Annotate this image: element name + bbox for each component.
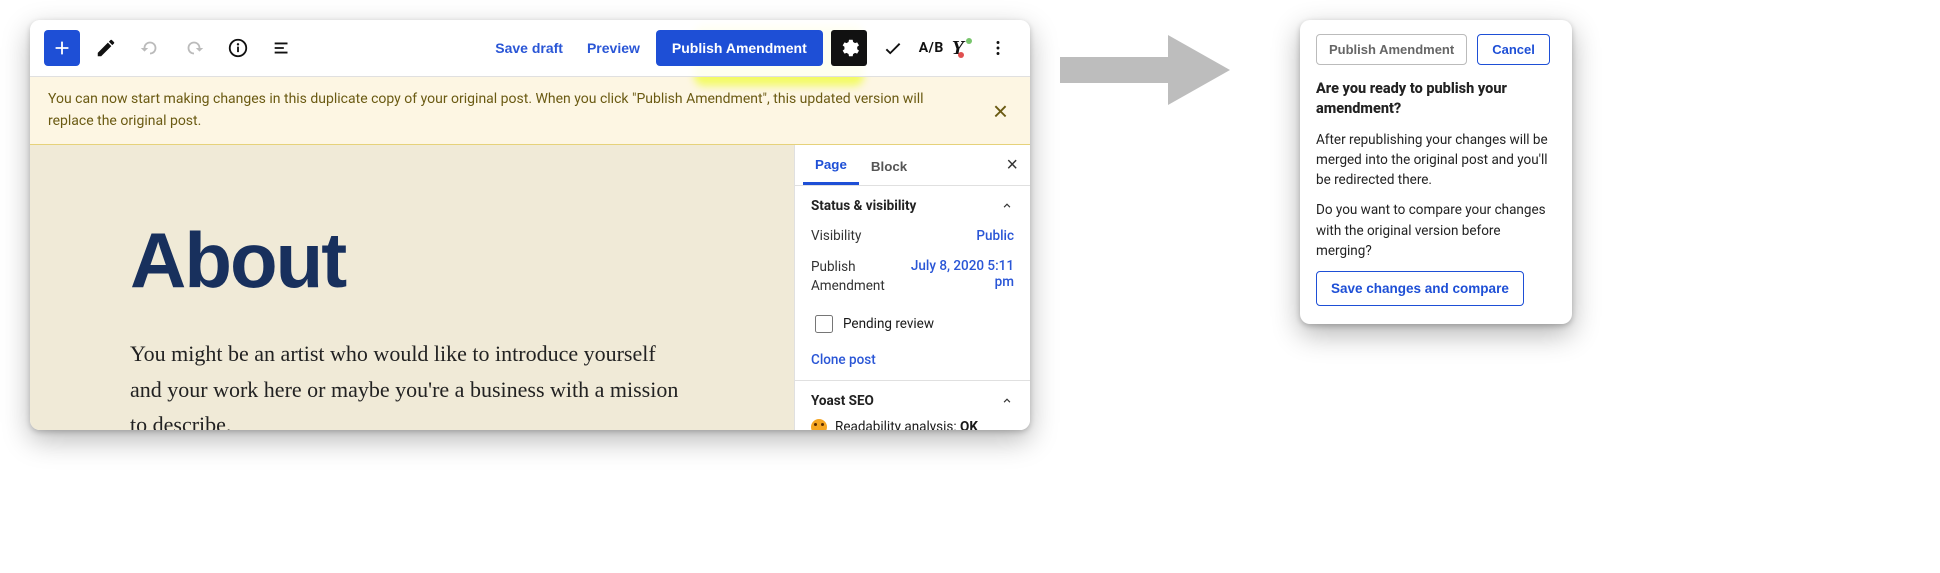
yoast-dot-green	[966, 38, 972, 44]
notice-dismiss-button[interactable]: ×	[989, 98, 1012, 124]
flow-arrow	[1060, 25, 1240, 115]
info-button[interactable]	[220, 30, 256, 66]
confirm-paragraph-1: After republishing your changes will be …	[1316, 130, 1556, 191]
confirm-heading: Are you ready to publish your amendment?	[1316, 79, 1556, 120]
content-canvas[interactable]: About You might be an artist who would l…	[30, 145, 794, 430]
editor-body: About You might be an artist who would l…	[30, 145, 1030, 430]
sidebar-tabs: Page Block ×	[795, 145, 1030, 186]
outline-icon	[271, 37, 293, 59]
visibility-value[interactable]: Public	[976, 228, 1014, 244]
visibility-row: Visibility Public	[811, 228, 1014, 244]
outline-button[interactable]	[264, 30, 300, 66]
readability-value: OK	[960, 419, 978, 430]
confirm-cancel-button[interactable]: Cancel	[1477, 34, 1550, 65]
chevron-up-icon	[1000, 394, 1014, 408]
redo-icon	[183, 37, 205, 59]
pending-review-label: Pending review	[843, 316, 934, 332]
yoast-button[interactable]: Y	[952, 37, 972, 60]
readability-row: Readability analysis: OK	[811, 419, 1014, 430]
more-menu-button[interactable]	[980, 30, 1016, 66]
tab-block[interactable]: Block	[859, 147, 919, 184]
settings-sidebar: Page Block × Status & visibility Visibil…	[794, 145, 1030, 430]
section-yoast-toggle[interactable]: Yoast SEO	[811, 393, 1014, 409]
page-title[interactable]: About	[130, 215, 730, 306]
kebab-icon	[987, 37, 1009, 59]
section-status-visibility: Status & visibility Visibility Public Pu…	[795, 186, 1030, 381]
preview-button[interactable]: Preview	[579, 34, 648, 62]
info-icon	[227, 37, 249, 59]
publish-confirm-panel: Publish Amendment Cancel Are you ready t…	[1300, 20, 1572, 324]
publish-date-value[interactable]: July 8, 2020 5:11 pm	[911, 258, 1014, 290]
page-body-text[interactable]: You might be an artist who would like to…	[130, 336, 690, 430]
tab-page[interactable]: Page	[803, 145, 859, 185]
section-status-heading: Status & visibility	[811, 198, 916, 214]
amendment-notice: You can now start making changes in this…	[30, 77, 1030, 145]
check-icon	[882, 37, 904, 59]
publish-amendment-button[interactable]: Publish Amendment	[656, 30, 823, 66]
section-yoast: Yoast SEO Readability analysis: OK SEO a…	[795, 381, 1030, 430]
gear-icon	[838, 37, 860, 59]
add-block-button[interactable]	[44, 30, 80, 66]
editor-window: Save draft Preview Publish Amendment A/B…	[30, 20, 1030, 430]
redo-button[interactable]	[176, 30, 212, 66]
save-draft-button[interactable]: Save draft	[487, 34, 571, 62]
pencil-icon	[95, 37, 117, 59]
readability-label: Readability analysis:	[835, 419, 957, 430]
undo-icon	[139, 37, 161, 59]
ab-test-button[interactable]: A/B	[919, 40, 944, 56]
edit-mode-button[interactable]	[88, 30, 124, 66]
confirm-publish-button[interactable]: Publish Amendment	[1316, 34, 1467, 65]
notice-text: You can now start making changes in this…	[48, 89, 989, 132]
checklist-button[interactable]	[875, 30, 911, 66]
publish-date-row: Publish Amendment July 8, 2020 5:11 pm	[811, 258, 1014, 296]
save-and-compare-button[interactable]: Save changes and compare	[1316, 271, 1524, 306]
plus-icon	[51, 37, 73, 59]
confirm-paragraph-2: Do you want to compare your changes with…	[1316, 200, 1556, 261]
section-yoast-heading: Yoast SEO	[811, 393, 874, 409]
publish-date-label: Publish Amendment	[811, 258, 911, 296]
visibility-label: Visibility	[811, 228, 861, 244]
clone-post-link[interactable]: Clone post	[811, 352, 876, 368]
settings-button[interactable]	[831, 30, 867, 66]
sidebar-close-button[interactable]: ×	[1002, 150, 1022, 181]
section-status-toggle[interactable]: Status & visibility	[811, 198, 1014, 214]
pending-review-checkbox[interactable]	[815, 315, 833, 333]
yoast-dot-red	[958, 52, 964, 58]
face-ok-icon	[811, 419, 827, 430]
chevron-up-icon	[1000, 199, 1014, 213]
confirm-actions: Publish Amendment Cancel	[1316, 34, 1556, 65]
undo-button[interactable]	[132, 30, 168, 66]
pending-review-row[interactable]: Pending review	[811, 312, 1014, 336]
editor-toolbar: Save draft Preview Publish Amendment A/B…	[30, 20, 1030, 77]
